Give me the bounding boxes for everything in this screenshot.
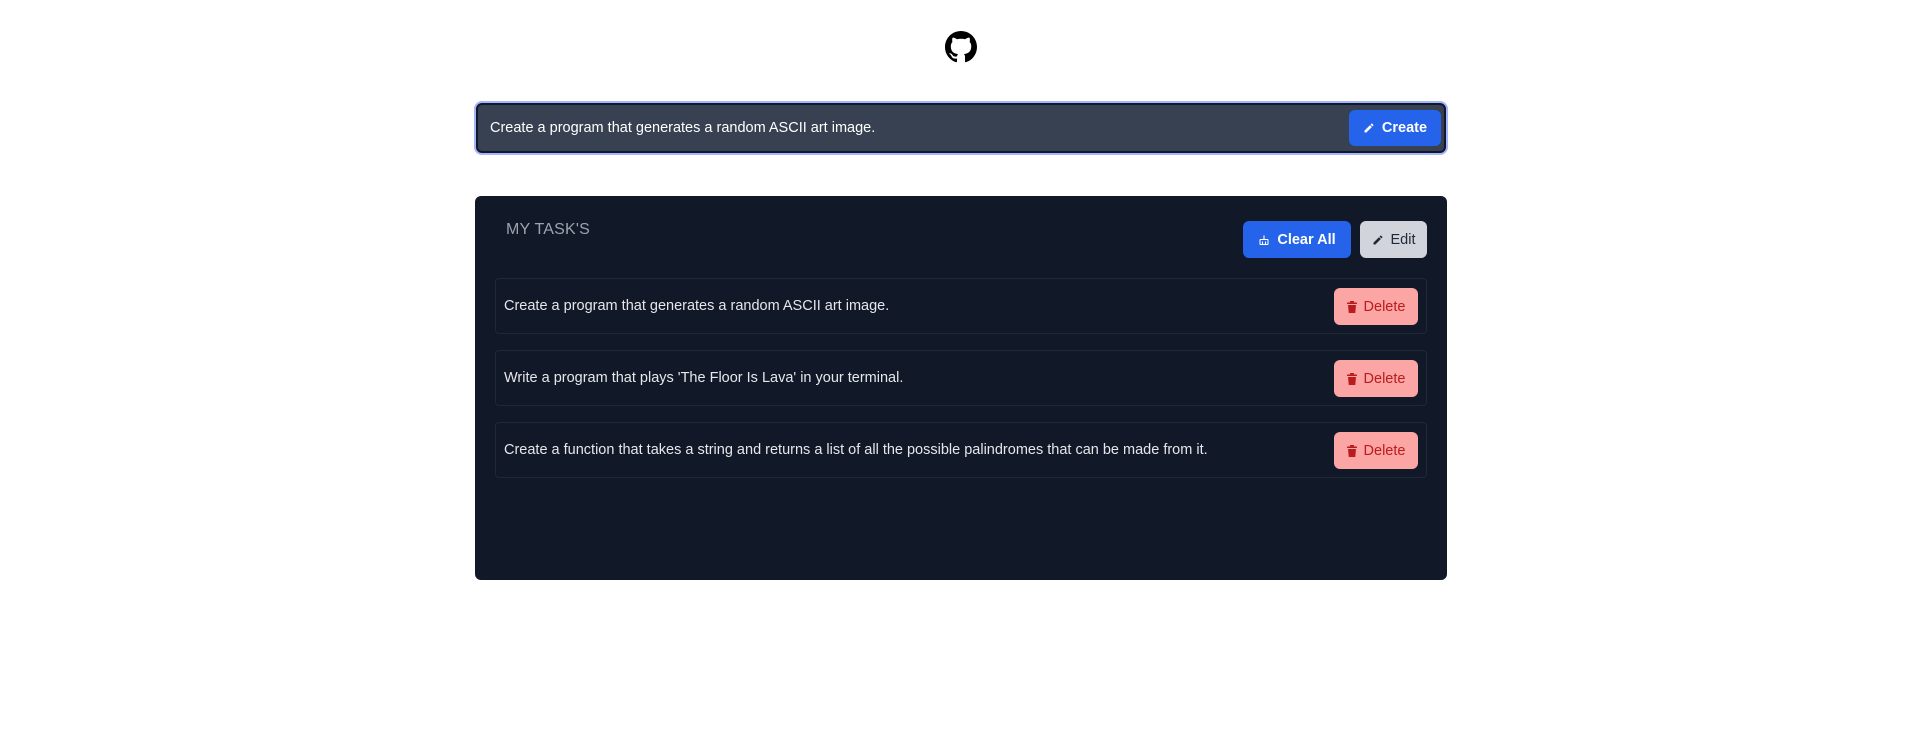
- github-icon[interactable]: [945, 31, 977, 63]
- delete-label: Delete: [1363, 442, 1406, 459]
- trash-icon: [1346, 372, 1357, 385]
- panel-title: MY TASK'S: [506, 221, 590, 238]
- task-text: Create a function that takes a string an…: [504, 442, 1208, 458]
- task-input[interactable]: [490, 105, 1310, 151]
- edit-button[interactable]: Edit: [1360, 221, 1427, 258]
- task-text: Write a program that plays 'The Floor Is…: [504, 370, 904, 386]
- trash-icon: [1346, 444, 1357, 457]
- task-row: Write a program that plays 'The Floor Is…: [495, 350, 1427, 406]
- trash-icon: [1346, 300, 1357, 313]
- broom-icon: [1258, 234, 1270, 246]
- delete-button[interactable]: Delete: [1334, 432, 1418, 469]
- delete-button[interactable]: Delete: [1334, 360, 1418, 397]
- clear-all-button[interactable]: Clear All: [1243, 221, 1351, 258]
- delete-label: Delete: [1363, 370, 1406, 387]
- task-text: Create a program that generates a random…: [504, 298, 890, 314]
- task-row: Create a function that takes a string an…: [495, 422, 1427, 478]
- create-button-label: Create: [1381, 120, 1428, 136]
- task-row: Create a program that generates a random…: [495, 278, 1427, 334]
- edit-label: Edit: [1390, 231, 1416, 248]
- pencil-icon: [1363, 122, 1375, 134]
- delete-label: Delete: [1363, 298, 1406, 315]
- task-composer: Create: [476, 103, 1446, 153]
- tasks-panel: MY TASK'S Clear All Edit Create a progra…: [475, 196, 1447, 580]
- pencil-icon: [1372, 234, 1384, 246]
- create-button[interactable]: Create: [1349, 110, 1441, 146]
- delete-button[interactable]: Delete: [1334, 288, 1418, 325]
- clear-all-label: Clear All: [1277, 231, 1336, 248]
